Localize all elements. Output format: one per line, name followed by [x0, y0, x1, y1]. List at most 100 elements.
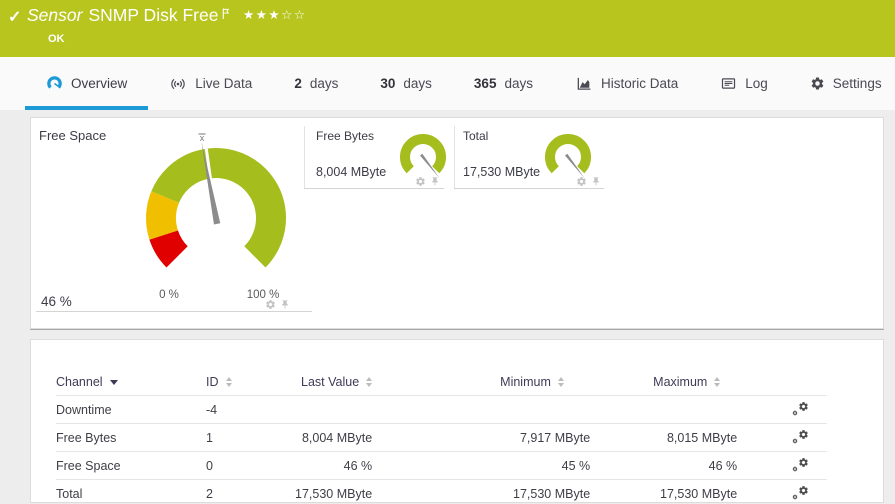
tab-365-days[interactable]: 365 days — [453, 57, 554, 110]
tab-label: Historic Data — [601, 76, 678, 91]
channel-id-cell: 0 — [206, 452, 271, 480]
channel-name-cell: Free Bytes — [56, 424, 206, 452]
channel-table-body: Downtime -4 Free Bytes 1 8,004 MByte 7,9… — [56, 396, 827, 504]
channel-name-cell: Total — [56, 480, 206, 504]
channel-actions-cell — [737, 396, 827, 424]
channel-last-value-cell: 17,530 MByte — [271, 480, 372, 504]
column-header-id[interactable]: ID — [206, 368, 271, 396]
channel-actions-cell — [737, 424, 827, 452]
tab-label: days — [310, 76, 339, 91]
channel-minimum-cell: 17,530 MByte — [372, 480, 590, 504]
tab-label: days — [403, 76, 432, 91]
sensor-name: SNMP Disk Free — [88, 5, 218, 25]
column-header-maximum[interactable]: Maximum — [590, 368, 737, 396]
channel-last-value-cell: 46 % — [271, 452, 372, 480]
tab-overview[interactable]: Overview — [25, 57, 148, 110]
channel-maximum-cell: 46 % — [590, 452, 737, 480]
tile-divider — [454, 188, 604, 189]
channel-name-cell: Downtime — [56, 396, 206, 424]
average-x-label: x — [200, 133, 205, 143]
sensor-status-bar: ✓ Sensor SNMP Disk Free ★★★☆☆ OK — [0, 0, 895, 57]
stars-empty: ☆☆ — [281, 8, 306, 22]
channel-id-cell: 2 — [206, 480, 271, 504]
sort-icon — [714, 377, 720, 387]
channel-actions-cell — [737, 480, 827, 504]
gauges-panel: Free Space x 0 % 100 % 46 % Free Bytes — [30, 117, 884, 329]
live-data-icon — [169, 75, 187, 93]
sensor-tab-bar: Overview Live Data 2 days 30 days 365 da… — [0, 57, 895, 110]
gear-icon[interactable] — [265, 299, 276, 310]
channel-actions-cell — [737, 452, 827, 480]
table-row: Total 2 17,530 MByte 17,530 MByte 17,530… — [56, 480, 827, 504]
status-ok-check-icon: ✓ — [8, 7, 21, 27]
column-header-channel[interactable]: Channel — [56, 368, 206, 396]
table-row: Downtime -4 — [56, 396, 827, 424]
gauge-title-free-space: Free Space — [39, 128, 106, 143]
free-space-tile-actions — [265, 299, 290, 310]
stars-filled: ★★★ — [243, 8, 281, 22]
gauge-title-free-bytes: Free Bytes — [316, 129, 374, 143]
tab-label: days — [504, 76, 533, 91]
channel-last-value-cell — [271, 396, 372, 424]
tab-label: Live Data — [195, 76, 252, 91]
historic-chart-icon — [575, 75, 593, 92]
channel-minimum-cell: 45 % — [372, 452, 590, 480]
tab-number: 2 — [294, 76, 302, 91]
sensor-type-label: Sensor — [27, 5, 82, 25]
tab-30-days[interactable]: 30 days — [359, 57, 453, 110]
channel-minimum-cell: 7,917 MByte — [372, 424, 590, 452]
tab-live-data[interactable]: Live Data — [148, 57, 273, 110]
total-tile-actions — [576, 176, 601, 187]
channel-settings-gears-icon[interactable] — [792, 457, 809, 472]
tab-log[interactable]: Log — [699, 57, 789, 110]
tab-number: 365 — [474, 76, 497, 91]
gauge-title-total: Total — [463, 129, 488, 143]
column-header-last-value[interactable]: Last Value — [271, 368, 372, 396]
sort-icon — [226, 377, 232, 387]
channel-maximum-cell — [590, 396, 737, 424]
tab-label: Settings — [833, 76, 882, 91]
table-row: Free Space 0 46 % 45 % 46 % — [56, 452, 827, 480]
table-row: Free Bytes 1 8,004 MByte 7,917 MByte 8,0… — [56, 424, 827, 452]
tile-separator — [454, 126, 455, 188]
column-header-minimum[interactable]: Minimum — [372, 368, 590, 396]
status-badge: OK — [48, 33, 65, 45]
priority-stars[interactable]: ★★★☆☆ — [243, 7, 307, 22]
tile-separator — [304, 126, 305, 188]
tile-divider — [304, 188, 444, 189]
channel-table: Channel ID Last Value Minimum Maximum Do… — [56, 368, 827, 503]
tab-historic-data[interactable]: Historic Data — [554, 57, 699, 110]
channel-settings-gears-icon[interactable] — [792, 401, 809, 416]
free-bytes-value: 8,004 MByte — [316, 165, 386, 179]
sort-icon — [366, 377, 372, 387]
tab-2-days[interactable]: 2 days — [273, 57, 359, 110]
gear-icon — [810, 76, 825, 91]
tab-settings[interactable]: Settings — [789, 57, 895, 110]
gauge-arc-yellow — [161, 197, 165, 235]
tab-label: Overview — [71, 76, 127, 91]
channel-settings-gears-icon[interactable] — [792, 429, 809, 444]
gauge-icon — [46, 75, 63, 92]
channel-id-cell: -4 — [206, 396, 271, 424]
pin-icon[interactable] — [430, 176, 440, 187]
channel-id-cell: 1 — [206, 424, 271, 452]
free-bytes-tile-actions — [415, 176, 440, 187]
sort-icon — [558, 377, 564, 387]
channels-panel: Channel ID Last Value Minimum Maximum Do… — [30, 339, 884, 503]
gear-icon[interactable] — [415, 176, 426, 187]
page-title: Sensor SNMP Disk Free — [27, 5, 232, 26]
channel-settings-gears-icon[interactable] — [792, 485, 809, 500]
gauge-arc-red — [164, 235, 177, 257]
tile-divider — [36, 311, 312, 312]
free-space-gauge: x — [121, 130, 311, 275]
column-header-actions — [737, 368, 827, 396]
channel-minimum-cell — [372, 396, 590, 424]
sort-desc-icon — [110, 380, 118, 385]
channel-name-cell: Free Space — [56, 452, 206, 480]
pin-icon[interactable] — [280, 299, 290, 310]
priority-flag-icon[interactable] — [221, 4, 232, 25]
pin-icon[interactable] — [591, 176, 601, 187]
free-space-value: 46 % — [41, 294, 72, 309]
gauge-min-label: 0 % — [139, 289, 199, 301]
gear-icon[interactable] — [576, 176, 587, 187]
